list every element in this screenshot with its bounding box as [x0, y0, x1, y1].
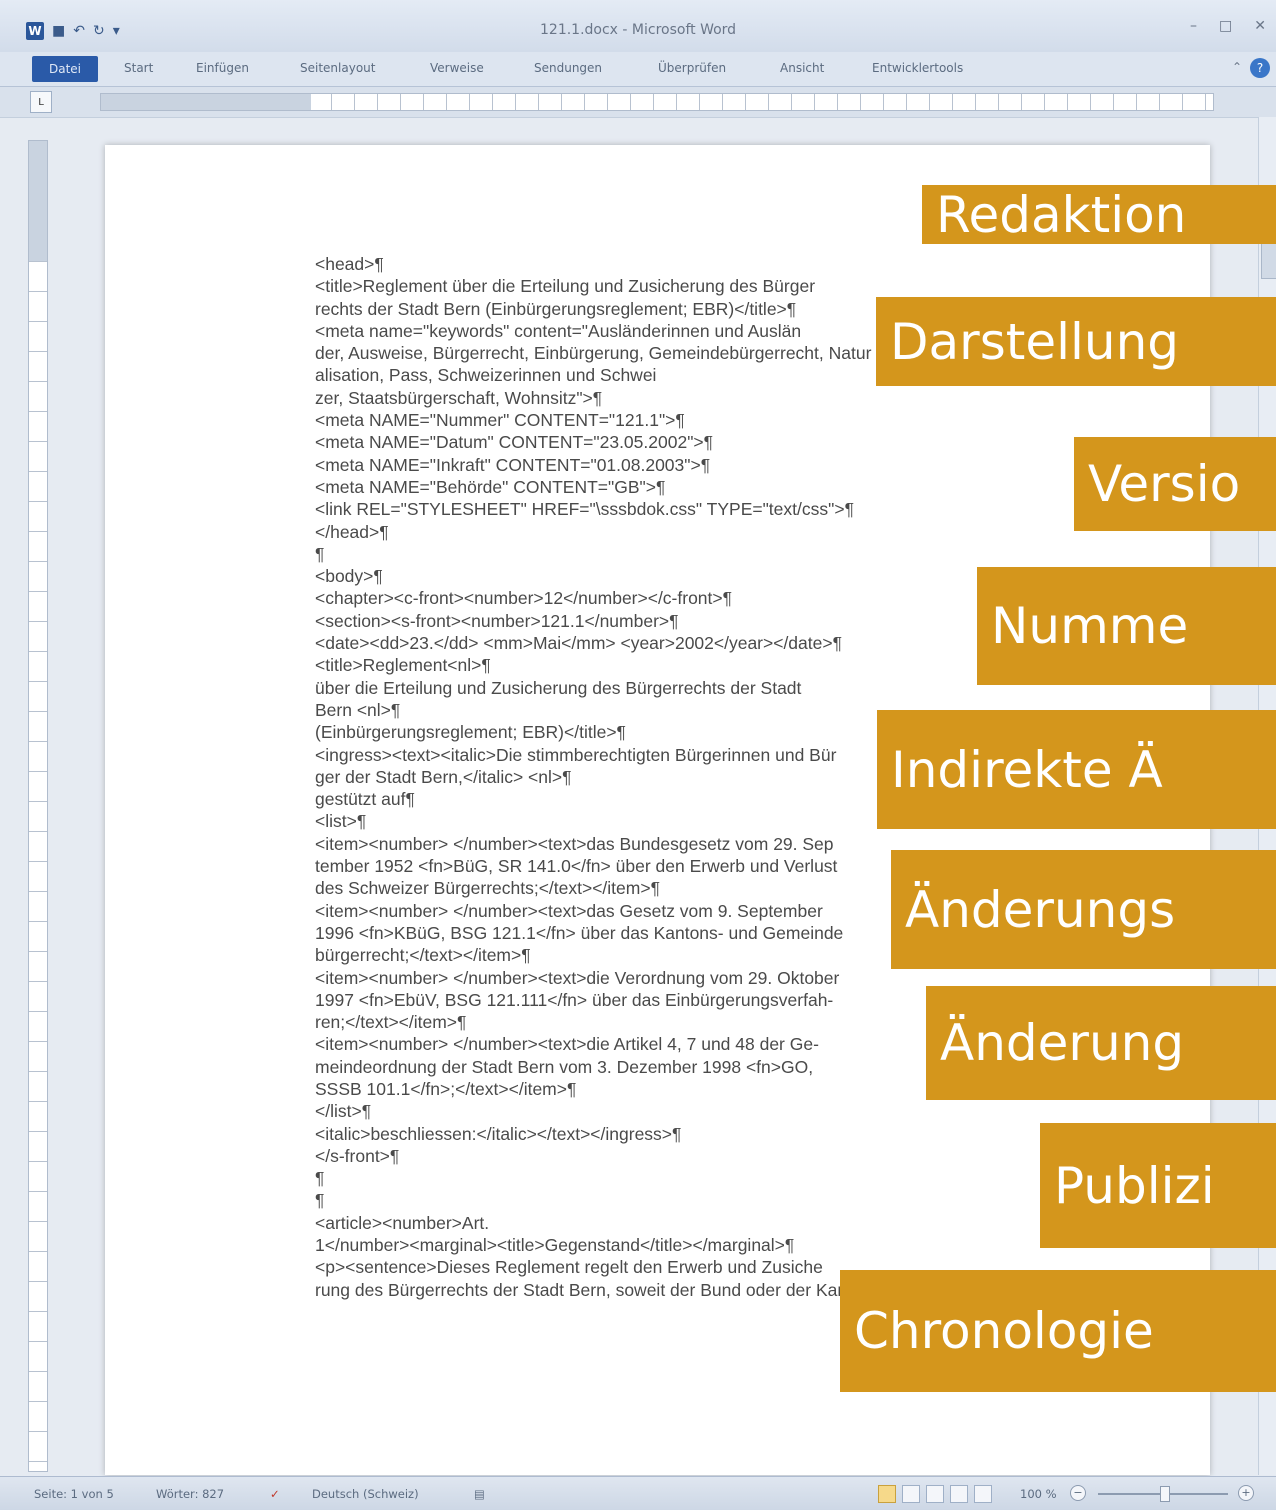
- overlay-label-indirekte-aenderung: Indirekte Ä: [877, 710, 1276, 829]
- zoom-out-button[interactable]: −: [1070, 1485, 1086, 1501]
- document-line[interactable]: <body>¶: [315, 565, 1075, 587]
- tab-seitenlayout[interactable]: Seitenlayout: [300, 61, 375, 75]
- tab-einfuegen[interactable]: Einfügen: [196, 61, 249, 75]
- window-title: 121.1.docx - Microsoft Word: [540, 22, 737, 38]
- document-line[interactable]: <meta NAME="Inkraft" CONTENT="01.08.2003…: [315, 454, 1075, 476]
- vertical-ruler[interactable]: [28, 140, 48, 1472]
- overlay-label-redaktion: Redaktion: [922, 185, 1276, 244]
- tab-stop-selector[interactable]: L: [30, 91, 52, 113]
- overlay-label-publizierung: Publizi: [1040, 1123, 1276, 1248]
- document-line[interactable]: </list>¶: [315, 1100, 1075, 1122]
- quick-access-toolbar: W ■ ↶ ↻ ▾: [26, 22, 120, 40]
- zoom-slider-knob[interactable]: [1160, 1486, 1170, 1502]
- document-line[interactable]: ¶: [315, 1189, 1075, 1211]
- document-line[interactable]: <article><number>Art.: [315, 1212, 1075, 1234]
- overlay-label-darstellung: Darstellung: [876, 297, 1276, 386]
- proofing-icon[interactable]: ✓: [270, 1487, 280, 1501]
- tab-entwicklertools[interactable]: Entwicklertools: [872, 61, 963, 75]
- outline-view-icon[interactable]: [950, 1485, 968, 1503]
- zoom-level[interactable]: 100 %: [1020, 1487, 1057, 1501]
- status-bar: Seite: 1 von 5 Wörter: 827 ✓ Deutsch (Sc…: [0, 1476, 1276, 1510]
- customize-icon[interactable]: ▾: [113, 23, 120, 39]
- document-line[interactable]: <head>¶: [315, 253, 1075, 275]
- minimize-ribbon-icon[interactable]: ⌃: [1232, 60, 1242, 74]
- document-line[interactable]: ¶: [315, 1167, 1075, 1189]
- horizontal-ruler[interactable]: [100, 93, 1214, 111]
- close-button[interactable]: ✕: [1254, 18, 1266, 34]
- zoom-in-button[interactable]: +: [1238, 1485, 1254, 1501]
- overlay-label-nummer: Numme: [977, 567, 1276, 685]
- print-layout-view-icon[interactable]: [878, 1485, 896, 1503]
- window-controls: – □ ✕: [1190, 18, 1266, 34]
- document-line[interactable]: <chapter><c-front><number>12</number></c…: [315, 587, 1075, 609]
- document-line[interactable]: 1</number><marginal><title>Gegenstand</t…: [315, 1234, 1075, 1256]
- word-app-icon[interactable]: W: [26, 22, 44, 40]
- full-screen-view-icon[interactable]: [902, 1485, 920, 1503]
- document-line[interactable]: <section><s-front><number>121.1</number>…: [315, 610, 1075, 632]
- tab-start[interactable]: Start: [124, 61, 153, 75]
- document-line[interactable]: <link REL="STYLESHEET" HREF="\sssbdok.cs…: [315, 498, 1075, 520]
- overlay-label-chronologie: Chronologie: [840, 1270, 1276, 1392]
- page-count[interactable]: Seite: 1 von 5: [34, 1487, 114, 1501]
- document-line[interactable]: <title>Reglement<nl>¶: [315, 654, 1075, 676]
- macro-record-icon[interactable]: ▤: [474, 1487, 485, 1501]
- document-line[interactable]: <meta NAME="Datum" CONTENT="23.05.2002">…: [315, 431, 1075, 453]
- tab-verweise[interactable]: Verweise: [430, 61, 484, 75]
- ruler-bar: L: [0, 87, 1276, 118]
- document-line[interactable]: </head>¶: [315, 521, 1075, 543]
- document-line[interactable]: <italic>beschliessen:</italic></text></i…: [315, 1123, 1075, 1145]
- document-line[interactable]: über die Erteilung und Zusicherung des B…: [315, 677, 1075, 699]
- language-indicator[interactable]: Deutsch (Schweiz): [312, 1487, 419, 1501]
- document-line[interactable]: <meta NAME="Nummer" CONTENT="121.1">¶: [315, 409, 1075, 431]
- overlay-label-version: Versio: [1074, 437, 1276, 531]
- web-layout-view-icon[interactable]: [926, 1485, 944, 1503]
- ribbon-tabs: Datei Start Einfügen Seitenlayout Verwei…: [0, 52, 1276, 87]
- document-line[interactable]: <meta NAME="Behörde" CONTENT="GB">¶: [315, 476, 1075, 498]
- overlay-label-aenderung: Änderung: [926, 986, 1276, 1100]
- help-icon[interactable]: ?: [1250, 58, 1270, 78]
- title-bar: W ■ ↶ ↻ ▾ 121.1.docx - Microsoft Word – …: [0, 0, 1276, 53]
- document-line[interactable]: zer, Staatsbürgerschaft, Wohnsitz">¶: [315, 387, 1075, 409]
- maximize-button[interactable]: □: [1219, 18, 1232, 34]
- minimize-button[interactable]: –: [1190, 18, 1197, 34]
- tab-datei[interactable]: Datei: [32, 56, 98, 82]
- overlay-label-aenderungs: Änderungs: [891, 850, 1276, 969]
- document-line[interactable]: <title>Reglement über die Erteilung und …: [315, 275, 1075, 297]
- tab-ueberpruefen[interactable]: Überprüfen: [658, 61, 726, 75]
- word-count[interactable]: Wörter: 827: [156, 1487, 224, 1501]
- draft-view-icon[interactable]: [974, 1485, 992, 1503]
- tab-sendungen[interactable]: Sendungen: [534, 61, 602, 75]
- tab-ansicht[interactable]: Ansicht: [780, 61, 824, 75]
- view-buttons: [878, 1485, 992, 1503]
- undo-icon[interactable]: ↶: [73, 23, 85, 39]
- document-line[interactable]: </s-front>¶: [315, 1145, 1075, 1167]
- save-icon[interactable]: ■: [52, 23, 65, 39]
- redo-icon[interactable]: ↻: [93, 23, 105, 39]
- document-line[interactable]: <date><dd>23.</dd> <mm>Mai</mm> <year>20…: [315, 632, 1075, 654]
- document-line[interactable]: ¶: [315, 543, 1075, 565]
